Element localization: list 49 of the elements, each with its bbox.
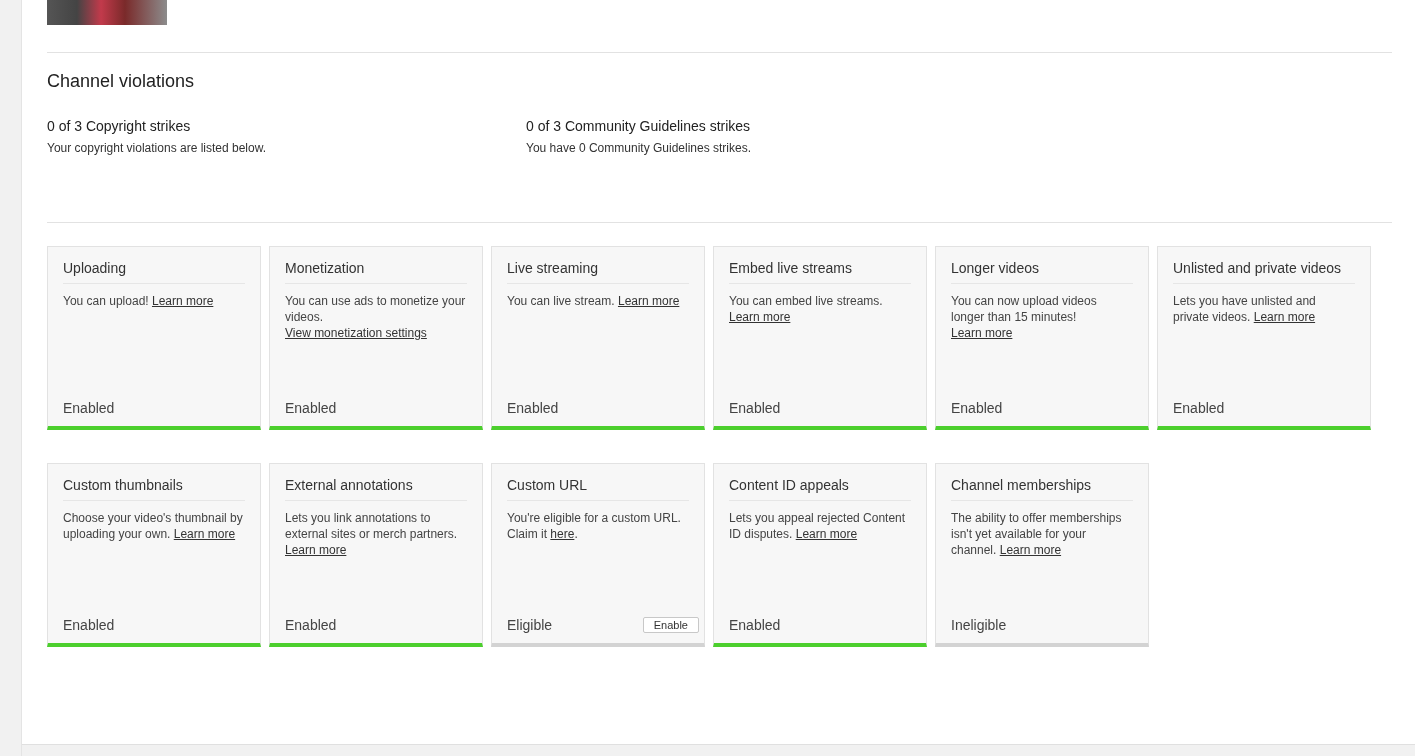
- learn-link[interactable]: Learn more: [999, 543, 1062, 557]
- card-title: Unlisted and private videos: [1173, 260, 1355, 284]
- strike-title: 0 of 3 Copyright strikes: [47, 118, 192, 134]
- card-description: You can live stream. Learn more: [507, 293, 681, 310]
- card-description: You're eligible for a custom URL. Claim it here.: [507, 510, 682, 543]
- card-title: Longer videos: [951, 260, 1133, 284]
- card-description: You can embed live streams. Learn more: [729, 293, 884, 326]
- learn-link[interactable]: View monetization settings: [285, 326, 427, 340]
- learn-link[interactable]: Learn more: [951, 326, 1013, 340]
- card-title: Uploading: [63, 260, 245, 284]
- status-label: Eligible: [507, 617, 553, 633]
- section-title: Channel violations: [47, 71, 196, 92]
- strike-title: 0 of 3 Community Guidelines strikes: [526, 118, 752, 134]
- learn-link[interactable]: Learn more: [617, 294, 680, 308]
- learn-link[interactable]: Learn more: [173, 527, 236, 541]
- strike-description: Your copyright violations are listed below.: [47, 141, 268, 155]
- status-label: Ineligible: [951, 617, 1007, 633]
- card-description: The ability to offer memberships isn't yet available for your channel. Learn more: [951, 510, 1123, 559]
- status-label: Enabled: [507, 400, 559, 416]
- learn-link[interactable]: Learn more: [285, 543, 347, 557]
- strike-description: You have 0 Community Guidelines strikes.: [526, 141, 752, 155]
- learn-link[interactable]: Learn more: [795, 527, 858, 541]
- status-label: Enabled: [63, 400, 115, 416]
- card-description: Lets you appeal rejected Content ID disputes. Learn more: [729, 510, 907, 543]
- card-title: Custom URL: [507, 477, 689, 501]
- card-description: You can upload! Learn more: [63, 293, 215, 310]
- learn-link[interactable]: Learn more: [151, 294, 214, 308]
- card-title: Channel memberships: [951, 477, 1133, 501]
- learn-link[interactable]: Learn more: [729, 310, 791, 324]
- card-title: External annotations: [285, 477, 467, 501]
- status-label: Enabled: [285, 400, 337, 416]
- card-description: You can use ads to monetize your videos. View monetization settings: [285, 293, 467, 342]
- status-label: Enabled: [63, 617, 115, 633]
- card-description: You can now upload videos longer than 15 minutes! Learn more: [951, 293, 1098, 342]
- card-title: Embed live streams: [729, 260, 911, 284]
- status-label: Enabled: [729, 617, 781, 633]
- card-title: Content ID appeals: [729, 477, 911, 501]
- card-title: Custom thumbnails: [63, 477, 245, 501]
- card-title: Live streaming: [507, 260, 689, 284]
- status-label: Enabled: [285, 617, 337, 633]
- card-description: Lets you link annotations to external sites or merch partners. Learn more: [285, 510, 459, 559]
- card-description: Lets you have unlisted and private videos. Learn more: [1173, 293, 1317, 326]
- status-label: Enabled: [951, 400, 1003, 416]
- status-label: Enabled: [729, 400, 781, 416]
- card-description: Choose your video's thumbnail by uploading your own. Learn more: [63, 510, 244, 543]
- enable-button[interactable]: Enable: [642, 617, 699, 633]
- card-title: Monetization: [285, 260, 467, 284]
- learn-link[interactable]: Learn more: [1253, 310, 1316, 324]
- status-label: Enabled: [1173, 400, 1225, 416]
